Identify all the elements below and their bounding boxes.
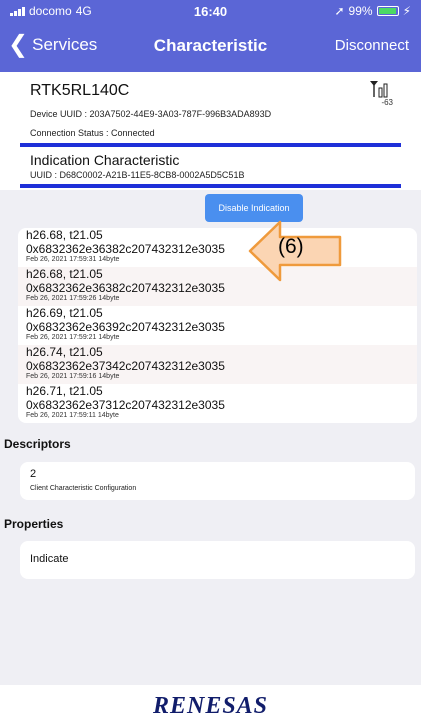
log-hex-value: 0x6832362e36392c207432312e3035 <box>26 320 225 334</box>
log-entry: h26.71, t21.05 0x6832362e37312c207432312… <box>18 384 417 423</box>
location-icon: ➚ <box>334 4 345 18</box>
log-entry: h26.68, t21.05 0x6832362e36382c207432312… <box>18 267 417 306</box>
log-hex-value: 0x6832362e36382c207432312e3035 <box>26 242 225 256</box>
indication-log[interactable]: h26.68, t21.05 0x6832362e36382c207432312… <box>18 228 417 423</box>
properties-heading: Properties <box>4 517 64 531</box>
log-hex-value: 0x6832362e36382c207432312e3035 <box>26 281 225 295</box>
status-bar: docomo 4G 16:40 ➚ 99% ⚡ <box>0 0 421 22</box>
log-timestamp: Feb 26, 2021 17:59:26 14byte <box>26 295 120 302</box>
log-hex-value: 0x6832362e37342c207432312e3035 <box>26 359 225 373</box>
device-uuid: Device UUID : 203A7502-44E9-3A03-787F-99… <box>30 109 272 119</box>
descriptor-value: 2 <box>30 468 37 480</box>
descriptors-heading: Descriptors <box>4 437 71 451</box>
battery-icon <box>376 6 399 16</box>
log-decoded-value: h26.71, t21.05 <box>26 384 103 398</box>
device-info-card: RTK5RL140C -63 Device UUID : 203A7502-44… <box>20 72 401 150</box>
property-value: Indicate <box>30 553 69 565</box>
renesas-logo: RENESAS <box>152 693 269 719</box>
rssi-value: -63 <box>381 98 393 107</box>
log-timestamp: Feb 26, 2021 17:59:11 14byte <box>26 412 119 419</box>
callout-label: (6) <box>278 235 304 258</box>
device-name: RTK5RL140C <box>30 82 130 99</box>
battery-percent: 99% <box>348 4 373 18</box>
log-timestamp: Feb 26, 2021 17:59:31 14byte <box>26 256 120 263</box>
log-decoded-value: h26.68, t21.05 <box>26 228 103 242</box>
log-entry: h26.74, t21.05 0x6832362e37342c207432312… <box>18 345 417 384</box>
divider <box>20 184 401 188</box>
navigation-bar: ❮ Services Characteristic Disconnect <box>0 22 421 72</box>
chevron-left-icon: ❮ <box>8 31 29 58</box>
characteristic-uuid: UUID : D68C0002-A21B-11E5-8CB8-0002A5D5C… <box>30 170 245 180</box>
log-decoded-value: h26.68, t21.05 <box>26 267 103 281</box>
log-entry: h26.69, t21.05 0x6832362e36392c207432312… <box>18 306 417 345</box>
battery-info: ➚ 99% ⚡ <box>334 4 411 18</box>
descriptor-name: Client Characteristic Configuration <box>30 485 137 492</box>
log-timestamp: Feb 26, 2021 17:59:16 14byte <box>26 373 120 380</box>
connection-status: Connection Status : Connected <box>30 128 155 138</box>
log-entry: h26.68, t21.05 0x6832362e36382c207432312… <box>18 228 417 267</box>
signal-strength-icon <box>370 81 388 98</box>
charging-icon: ⚡ <box>402 4 411 18</box>
footer: RENESAS <box>0 685 421 723</box>
descriptor-item[interactable]: 2 Client Characteristic Configuration <box>20 462 415 500</box>
log-hex-value: 0x6832362e37312c207432312e3035 <box>26 398 225 412</box>
back-label: Services <box>32 35 98 54</box>
disable-indication-button[interactable]: Disable Indication <box>205 194 303 222</box>
log-decoded-value: h26.69, t21.05 <box>26 306 103 320</box>
log-timestamp: Feb 26, 2021 17:59:21 14byte <box>26 334 120 341</box>
log-decoded-value: h26.74, t21.05 <box>26 345 103 359</box>
back-button[interactable]: ❮ Services <box>8 31 98 58</box>
divider <box>20 143 401 147</box>
property-item: Indicate <box>20 541 415 579</box>
disconnect-button[interactable]: Disconnect <box>335 37 409 54</box>
characteristic-name: Indication Characteristic <box>30 152 180 168</box>
